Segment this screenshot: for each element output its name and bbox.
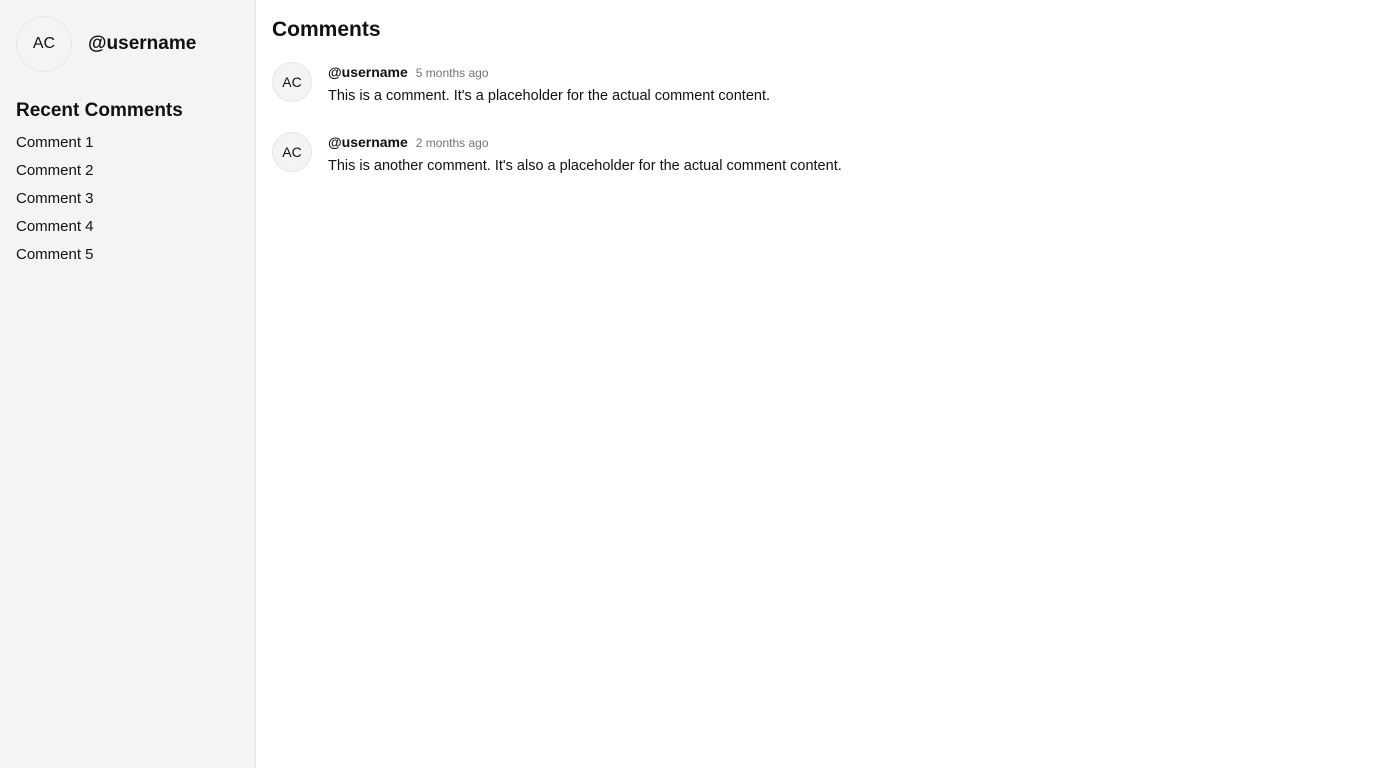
comment-username[interactable]: @username <box>328 64 408 80</box>
sidebar: AC @username Recent Comments Comment 1 C… <box>0 0 256 768</box>
comment-header: @username 2 months ago <box>328 134 842 150</box>
profile[interactable]: AC @username <box>16 16 239 72</box>
avatar[interactable]: AC <box>16 16 72 72</box>
recent-comment-item[interactable]: Comment 5 <box>16 244 239 272</box>
comment-timestamp: 2 months ago <box>415 136 489 150</box>
avatar[interactable]: AC <box>272 132 312 172</box>
comment-list: AC @username 5 months ago This is a comm… <box>272 62 1360 202</box>
app: AC @username Recent Comments Comment 1 C… <box>0 0 1376 768</box>
main-content: Comments AC @username 5 months ago This … <box>256 0 1376 768</box>
recent-comment-item[interactable]: Comment 2 <box>16 160 239 188</box>
recent-comment-item[interactable]: Comment 1 <box>16 132 239 160</box>
comment-header: @username 5 months ago <box>328 64 770 80</box>
comment-body: @username 2 months ago This is another c… <box>328 132 842 202</box>
comment-text: This is another comment. It's also a pla… <box>328 158 842 174</box>
comment-username[interactable]: @username <box>328 134 408 150</box>
recent-comment-item[interactable]: Comment 3 <box>16 188 239 216</box>
recent-comments-list: Comment 1 Comment 2 Comment 3 Comment 4 … <box>16 132 239 272</box>
comment-item: AC @username 5 months ago This is a comm… <box>272 62 1360 132</box>
page-title: Comments <box>272 18 381 41</box>
recent-comments-heading: Recent Comments <box>16 100 183 121</box>
comment-body: @username 5 months ago This is a comment… <box>328 62 770 132</box>
recent-comment-item[interactable]: Comment 4 <box>16 216 239 244</box>
avatar[interactable]: AC <box>272 62 312 102</box>
comment-timestamp: 5 months ago <box>415 66 489 80</box>
profile-username[interactable]: @username <box>88 33 196 55</box>
comment-item: AC @username 2 months ago This is anothe… <box>272 132 1360 202</box>
comment-text: This is a comment. It's a placeholder fo… <box>328 88 771 104</box>
